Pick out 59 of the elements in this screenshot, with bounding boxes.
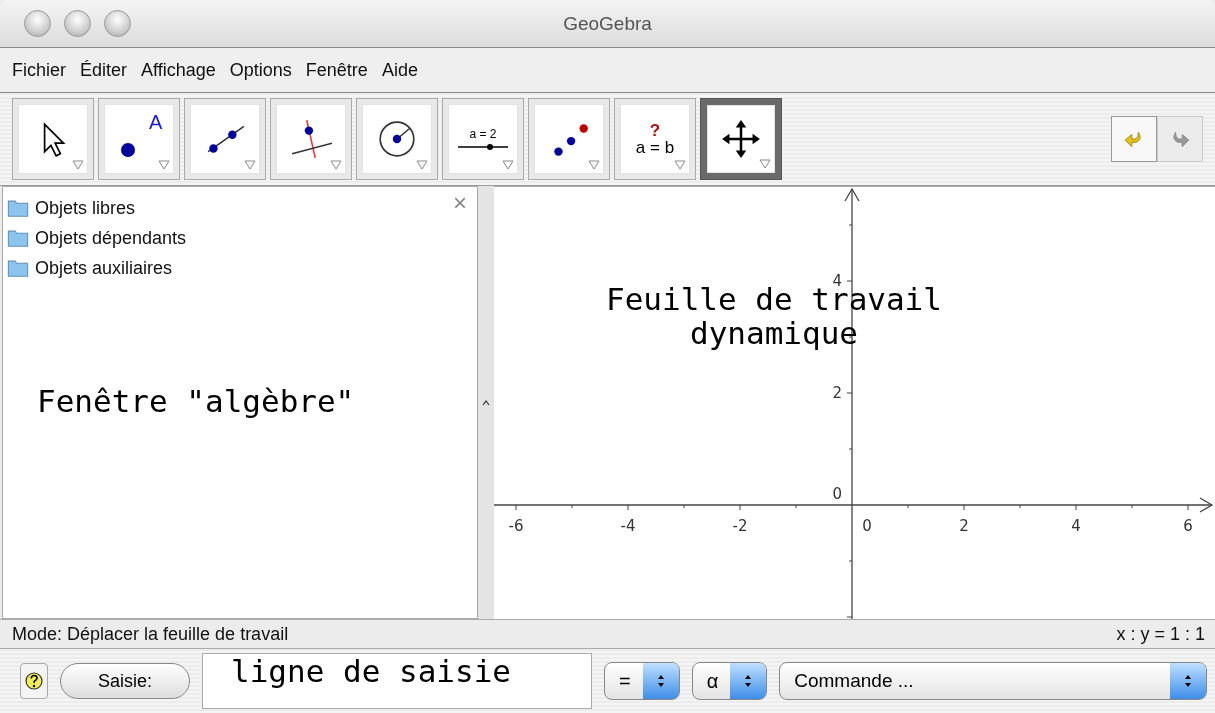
input-button[interactable]: Saisie:	[60, 663, 190, 699]
dropdown-select[interactable]: α	[691, 662, 768, 700]
menu-item[interactable]: Aide	[381, 59, 418, 81]
tool-button[interactable]: a = 2	[442, 98, 524, 180]
slider-icon	[456, 143, 510, 151]
window-title: GeoGebra	[563, 12, 652, 35]
menu-item[interactable]: Éditer	[80, 59, 128, 81]
dropdown-select[interactable]: =	[604, 662, 680, 700]
tick-label: 0	[832, 485, 842, 503]
close-icon[interactable]: ×	[453, 189, 467, 217]
dropdown-triangle-icon	[588, 160, 600, 170]
tool-button[interactable]	[528, 98, 610, 180]
caret-icon[interactable]	[482, 399, 490, 406]
dropdown-triangle-icon	[72, 160, 84, 170]
mode-label: Mode: Déplacer la feuille de travail	[12, 623, 289, 645]
dropdown-triangle-icon	[330, 160, 342, 170]
dropdown-triangle-icon	[759, 159, 771, 169]
tick-label: 6	[1183, 517, 1193, 535]
dropdown-triangle-icon	[674, 160, 686, 170]
circle-icon	[376, 118, 418, 160]
tick-label: 4	[1071, 517, 1081, 535]
tick-label: -2	[732, 517, 748, 535]
tick-label: 0	[862, 517, 872, 535]
tick-label: 2	[959, 517, 969, 535]
tick-label: -6	[508, 517, 524, 535]
folder-icon	[7, 258, 29, 278]
help-icon	[24, 671, 44, 691]
input-field[interactable]: ligne de saisie	[202, 653, 592, 709]
dropdown-triangle-icon	[244, 160, 256, 170]
menu-item[interactable]: Options	[229, 59, 292, 81]
tool-button[interactable]	[700, 98, 782, 180]
tick-label: 2	[832, 384, 842, 402]
help-button[interactable]	[20, 663, 48, 699]
tool-button[interactable]	[356, 98, 438, 180]
stepper-arrows-icon	[655, 673, 666, 689]
undo-button[interactable]	[1111, 116, 1157, 162]
axis-ratio-label: x : y = 1 : 1	[1116, 623, 1205, 645]
folder-icon	[7, 228, 29, 248]
point-icon	[121, 143, 135, 157]
menu-item[interactable]: Fichier	[12, 59, 66, 81]
tree-item[interactable]: Objets auxiliaires	[35, 253, 173, 283]
folder-icon	[7, 198, 29, 218]
tool-button[interactable]: ? a = b	[614, 98, 696, 180]
tool-button[interactable]: A	[98, 98, 180, 180]
tool-button[interactable]	[12, 98, 94, 180]
tree-item[interactable]: Objets libres	[35, 193, 136, 223]
dropdown-triangle-icon	[416, 160, 428, 170]
move-arrows-icon	[720, 118, 762, 160]
menu-item[interactable]: Fenêtre	[305, 59, 368, 81]
annotation-text: Fenêtre "algèbre"	[37, 383, 355, 419]
perpendicular-lines-icon	[290, 118, 332, 160]
dropdown-select[interactable]: Commande ...	[779, 662, 1207, 700]
dropdown-triangle-icon	[502, 160, 514, 170]
stepper-arrows-icon	[743, 673, 754, 689]
stepper-arrows-icon	[1183, 673, 1193, 689]
tick-label: -4	[620, 517, 636, 535]
tree-item[interactable]: Objets dépendants	[35, 223, 187, 253]
dropdown-triangle-icon	[158, 160, 170, 170]
menu-item[interactable]: Affichage	[141, 59, 216, 81]
